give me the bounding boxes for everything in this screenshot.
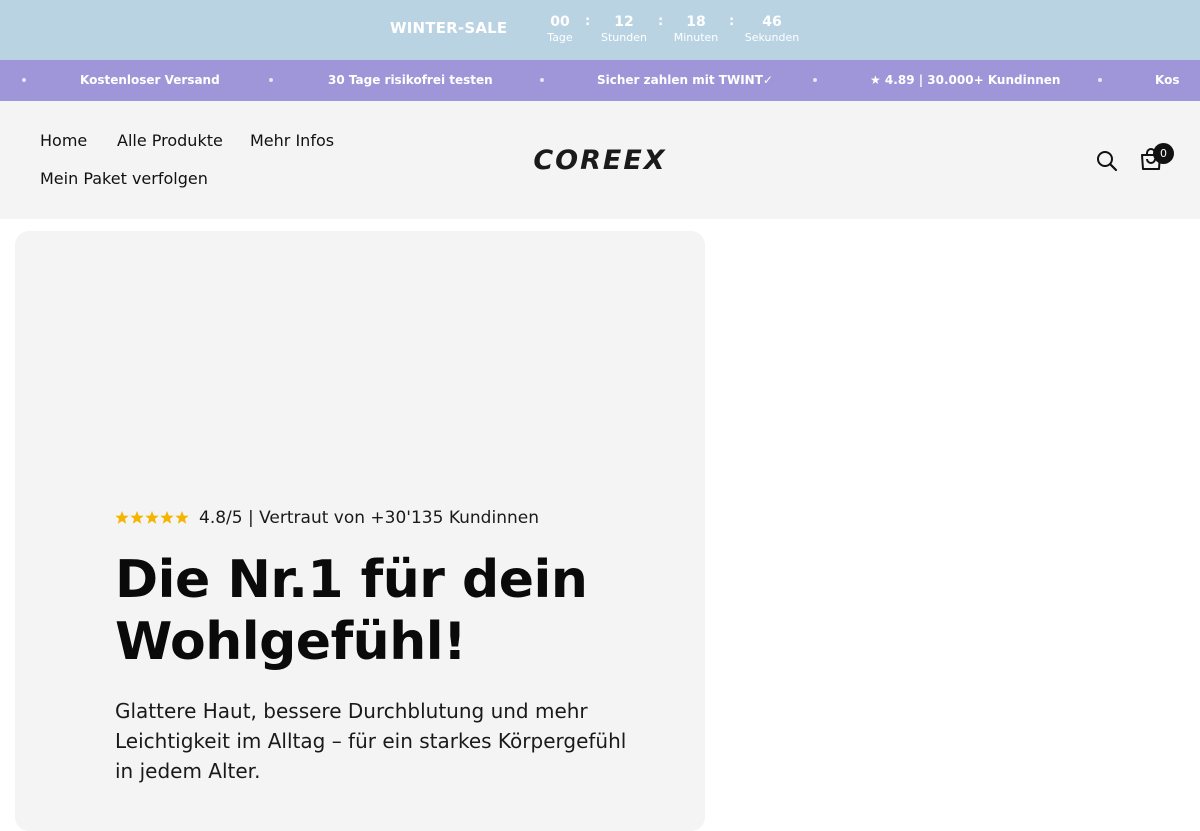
countdown-days: 00 Tage xyxy=(540,13,580,44)
marquee-item: ★ 4.89 | 30.000+ Kundinnen xyxy=(870,73,1061,87)
countdown-hours: 12 Stunden xyxy=(597,13,651,44)
countdown-separator: : xyxy=(658,14,664,29)
countdown-minutes-label: Minuten xyxy=(673,31,719,44)
hero-subtitle: Glattere Haut, bessere Durchblutung und … xyxy=(115,699,627,783)
countdown-hours-label: Stunden xyxy=(601,31,647,44)
marquee-dot xyxy=(269,78,273,82)
hero-card: 4.8/5 | Vertraut von +30'135 Kundinnen D… xyxy=(15,231,705,831)
nav-more-info[interactable]: Mehr Infos xyxy=(250,131,334,150)
countdown-days-label: Tage xyxy=(547,31,573,44)
marquee-dot xyxy=(540,78,544,82)
five-stars-icon xyxy=(115,511,189,524)
sale-label: WINTER-SALE xyxy=(390,19,508,37)
marquee-item: Kostenloser Versand xyxy=(80,73,220,87)
nav-home[interactable]: Home xyxy=(40,131,87,150)
site-header: Home Alle Produkte Mehr Infos Mein Paket… xyxy=(0,101,1200,219)
marquee-dot xyxy=(813,78,817,82)
star-icon xyxy=(145,511,159,524)
countdown-separator: : xyxy=(585,14,591,29)
nav-track-package[interactable]: Mein Paket verfolgen xyxy=(40,169,208,188)
nav-all-products[interactable]: Alle Produkte xyxy=(117,131,223,150)
hero-title: Die Nr.1 für dein Wohlgefühl! xyxy=(115,550,588,672)
marquee-dot xyxy=(1098,78,1102,82)
star-icon xyxy=(115,511,129,524)
countdown-hours-value: 12 xyxy=(614,14,634,30)
countdown-seconds: 46 Sekunden xyxy=(742,13,802,44)
cart-count-badge: 0 xyxy=(1153,143,1174,164)
star-icon xyxy=(160,511,174,524)
countdown-seconds-value: 46 xyxy=(762,14,782,30)
marquee-item: 30 Tage risikofrei testen xyxy=(328,73,493,87)
marquee-dot xyxy=(22,78,26,82)
usp-marquee: Kostenloser Versand 30 Tage risikofrei t… xyxy=(0,60,1200,101)
countdown-bar: WINTER-SALE 00 Tage : 12 Stunden : 18 Mi… xyxy=(0,0,1200,60)
countdown-seconds-label: Sekunden xyxy=(744,31,800,44)
countdown-minutes: 18 Minuten xyxy=(669,13,723,44)
rating-text: 4.8/5 | Vertraut von +30'135 Kundinnen xyxy=(199,508,539,528)
countdown-days-value: 00 xyxy=(550,14,570,30)
star-icon xyxy=(130,511,144,524)
search-icon[interactable] xyxy=(1096,150,1118,172)
marquee-item: Sicher zahlen mit TWINT✓ xyxy=(597,73,773,87)
marquee-item: Kos xyxy=(1155,73,1180,87)
countdown-minutes-value: 18 xyxy=(686,14,706,30)
countdown-separator: : xyxy=(729,14,735,29)
star-icon xyxy=(175,511,189,524)
brand-logo[interactable]: COREEX xyxy=(530,145,670,176)
